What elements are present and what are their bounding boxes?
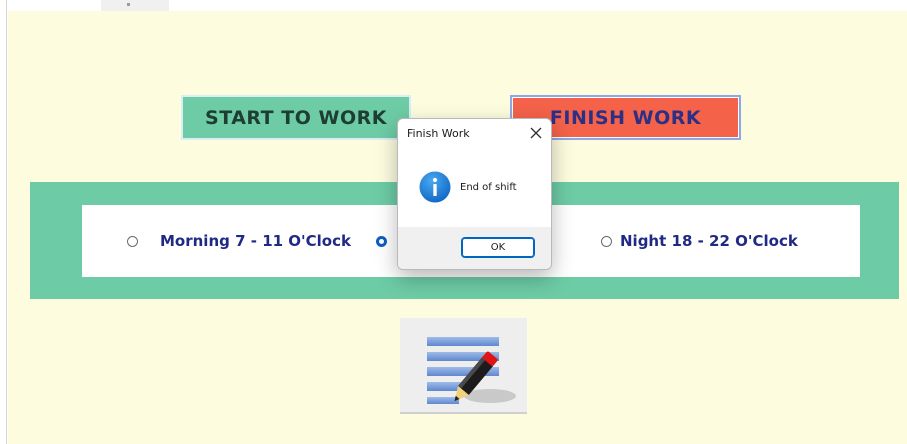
radio-button-morning[interactable] [127, 235, 138, 247]
tab-mark [127, 3, 130, 6]
shift-label-night: Night 18 - 22 O'Clock [620, 232, 798, 250]
radio-button-afternoon[interactable] [376, 235, 387, 247]
shift-option-night[interactable]: Night 18 - 22 O'Clock [601, 205, 798, 277]
info-icon [419, 171, 451, 203]
close-icon [530, 127, 542, 139]
dialog-title: Finish Work [407, 127, 470, 140]
edit-notes-button[interactable] [400, 318, 527, 414]
dialog-ok-button[interactable]: OK [461, 237, 535, 258]
shift-label-morning: Morning 7 - 11 O'Clock [160, 232, 351, 250]
dialog-footer: OK [398, 227, 551, 269]
radio-button-night[interactable] [601, 235, 612, 247]
dialog-close-button[interactable] [526, 123, 546, 143]
shift-option-morning[interactable]: Morning 7 - 11 O'Clock [127, 205, 351, 277]
window-left-border [0, 0, 8, 444]
top-bar [0, 0, 907, 11]
notepad-pencil-icon [427, 337, 516, 404]
start-to-work-button[interactable]: START TO WORK [181, 95, 411, 140]
dialog-message: End of shift [460, 182, 517, 193]
finish-work-dialog: Finish Work End of shift OK [397, 118, 552, 270]
window-tab[interactable] [101, 0, 169, 11]
